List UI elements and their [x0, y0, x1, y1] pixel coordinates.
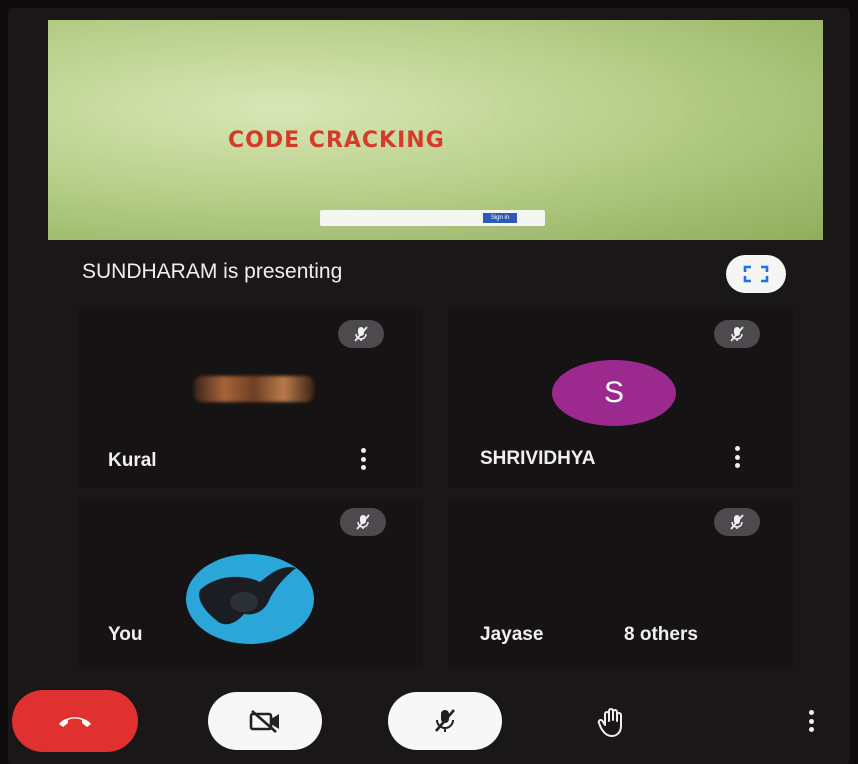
mic-toggle-button[interactable] [388, 692, 502, 750]
mic-off-icon [435, 709, 455, 732]
avatar-image [199, 567, 296, 625]
participant-name: SHRIVIDHYA [480, 448, 596, 469]
participant-tile-kural[interactable]: Kural [78, 308, 423, 488]
mic-off-badge [338, 320, 384, 348]
more-options-button[interactable] [360, 448, 366, 470]
participant-video [194, 376, 314, 402]
fullscreen-button[interactable] [726, 255, 786, 293]
participant-tile-others[interactable]: Jayase 8 others [448, 498, 793, 668]
mic-off-icon [730, 326, 744, 342]
slide-button: Sign in [483, 213, 517, 223]
mic-off-icon [354, 326, 368, 342]
camera-toggle-button[interactable] [208, 692, 322, 750]
participant-name: Kural [108, 450, 157, 471]
participant-tile-you[interactable]: You [78, 498, 423, 668]
presentation-view[interactable]: CODE CRACKING Sign in [48, 20, 823, 240]
end-call-button[interactable] [12, 690, 138, 752]
presenting-label: SUNDHARAM is presenting [82, 260, 343, 283]
participant-name: You [108, 624, 143, 645]
mic-off-icon [356, 514, 370, 530]
mic-off-badge [714, 320, 760, 348]
raise-hand-button[interactable] [590, 700, 634, 744]
meeting-screen: CODE CRACKING Sign in SUNDHARAM is prese… [8, 8, 850, 764]
mic-off-badge [340, 508, 386, 536]
avatar [186, 554, 314, 644]
camera-off-icon [249, 710, 279, 733]
raise-hand-icon [597, 708, 622, 737]
slide-title: CODE CRACKING [228, 128, 445, 153]
mic-off-icon [730, 514, 744, 530]
mic-off-badge [714, 508, 760, 536]
participant-name: Jayase [480, 624, 544, 645]
call-controls [8, 674, 850, 764]
more-options-button[interactable] [734, 446, 740, 468]
others-count: 8 others [624, 624, 698, 645]
slide-input-bar: Sign in [320, 210, 545, 226]
more-options-button[interactable] [808, 710, 814, 732]
phone-hangup-icon [59, 717, 91, 727]
fullscreen-icon [743, 265, 769, 283]
participant-tile-shrividhya[interactable]: S SHRIVIDHYA [448, 308, 793, 488]
avatar: S [552, 360, 676, 426]
